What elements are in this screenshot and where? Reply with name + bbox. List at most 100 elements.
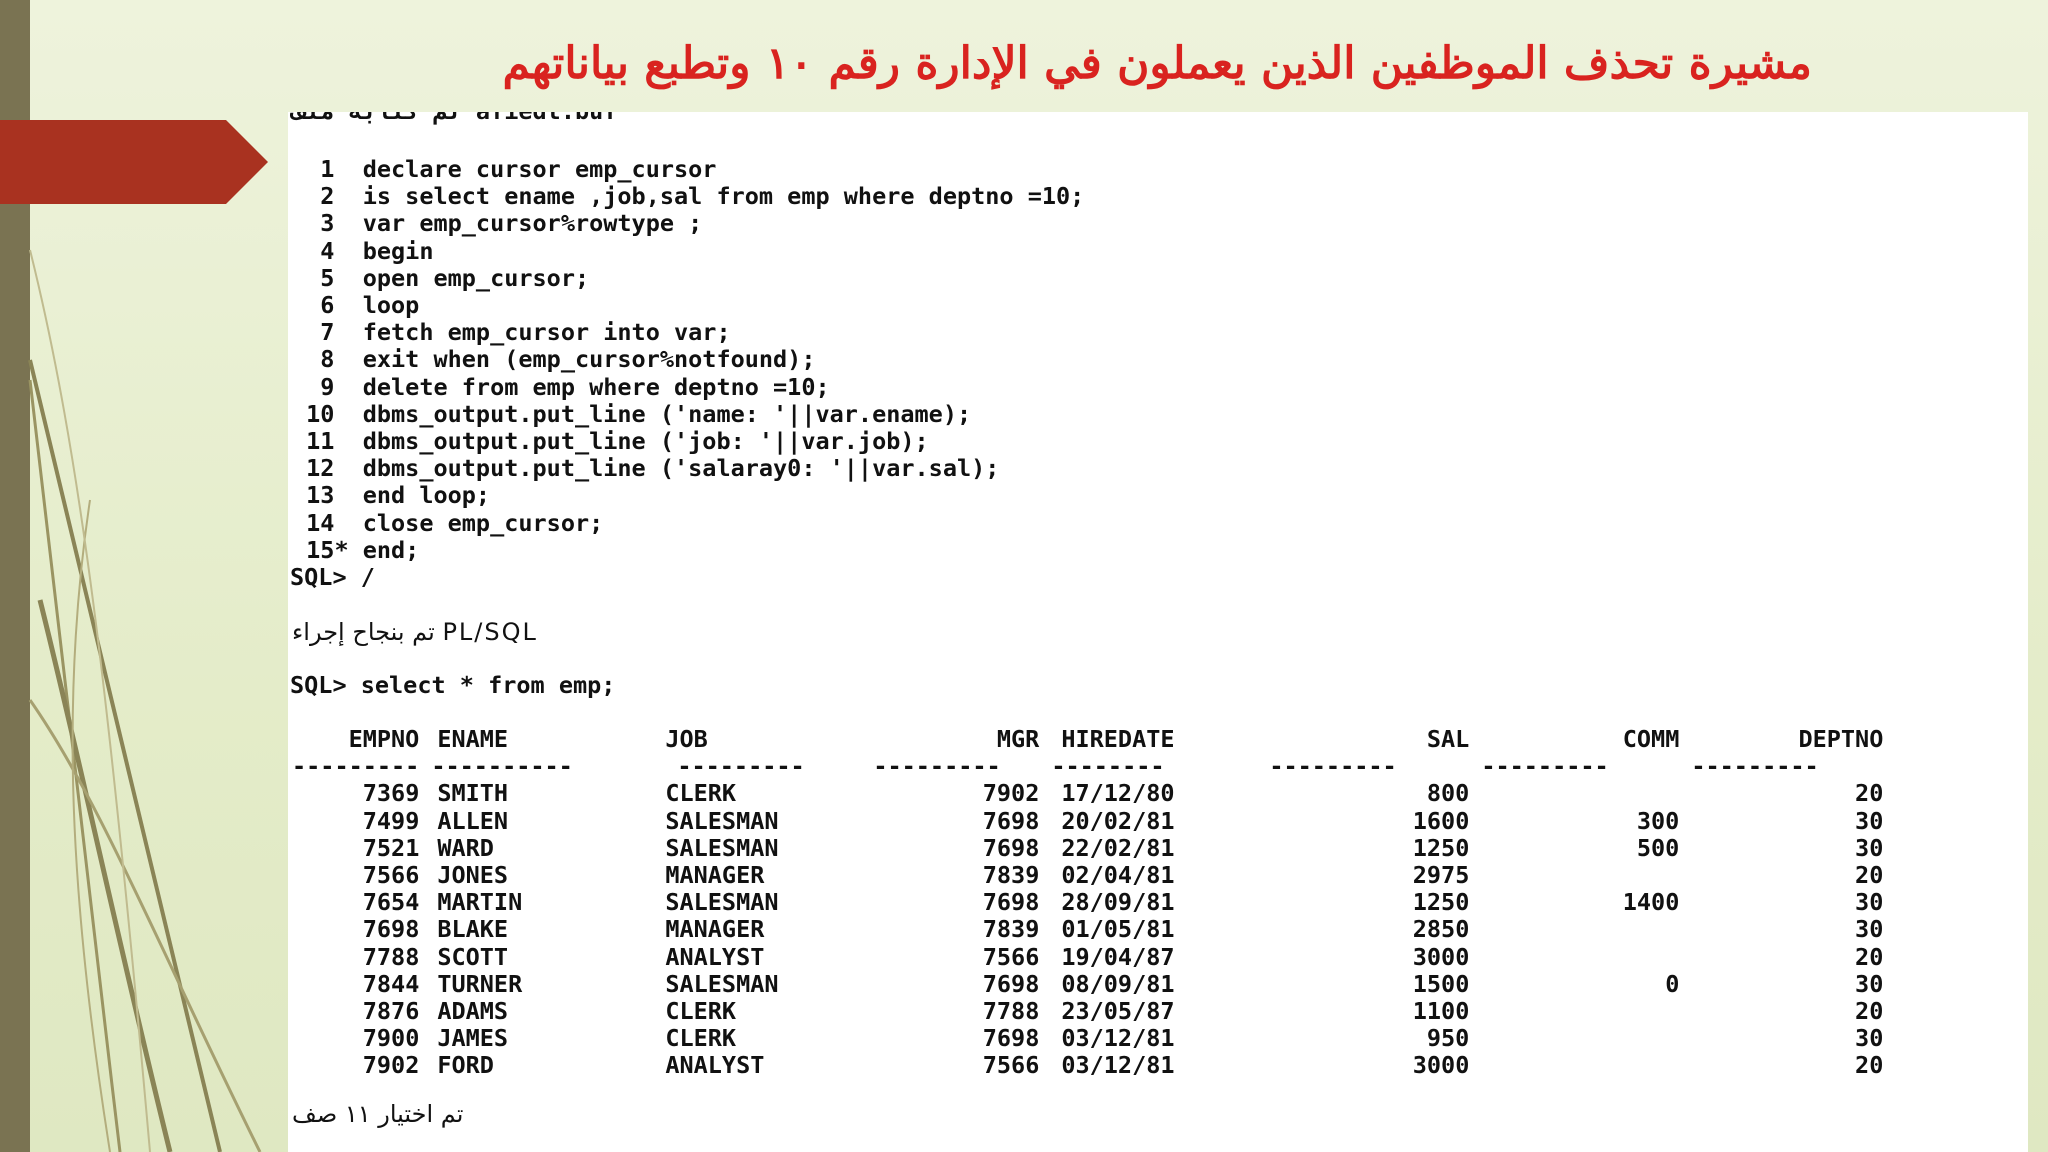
table-cell-deptno: 30 <box>1855 915 1884 944</box>
table-header-row: EMPNO ENAME JOB MGR HIREDATE SAL COMM DEPTNO <box>292 725 1884 753</box>
table-cell-comm: 500 <box>1636 833 1680 862</box>
table-cell-deptno: 30 <box>1855 1024 1884 1053</box>
sqlplus-terminal-screenshot: تم كتابة ملف afiedt.buf 1 declare cursor… <box>288 112 2028 1152</box>
table-cell-empno: 7698 <box>362 915 420 944</box>
code-line: 6 loop <box>292 291 420 320</box>
table-cell-hiredate: 23/05/87 <box>1061 997 1175 1026</box>
table-cell-empno: 7521 <box>362 833 420 862</box>
plsql-success-message: تم بنجاح إجراء PL/SQL <box>292 618 538 646</box>
table-cell-job: SALESMAN <box>665 888 779 917</box>
code-line: 3 var emp_cursor%rowtype ; <box>292 209 703 238</box>
table-row: 7876 ADAMS CLERK 7788 23/05/87 1100 20 <box>292 997 1884 1026</box>
table-cell-job: SALESMAN <box>665 969 779 998</box>
code-line: 7 fetch emp_cursor into var; <box>292 318 731 347</box>
code-line: 4 begin <box>292 236 434 265</box>
table-cell-hiredate: 02/04/81 <box>1061 861 1175 890</box>
code-line: 9 delete from emp where deptno =10; <box>292 372 830 401</box>
table-cell-job: CLERK <box>665 1024 737 1053</box>
sql-prompt-run: SQL> / <box>290 563 375 591</box>
table-cell-deptno: 20 <box>1855 997 1884 1026</box>
table-cell-comm: 300 <box>1636 806 1680 835</box>
table-cell-sal: 950 <box>1426 1024 1470 1053</box>
table-cell-deptno: 30 <box>1855 806 1884 835</box>
table-cell-ename: MARTIN <box>437 888 523 917</box>
table-cell-mgr: 7839 <box>982 915 1040 944</box>
table-cell-mgr: 7566 <box>982 942 1040 971</box>
column-header-deptno: DEPTNO <box>1798 725 1884 753</box>
table-cell-sal: 1250 <box>1412 833 1470 862</box>
table-cell-ename: SMITH <box>437 779 509 808</box>
table-cell-empno: 7876 <box>362 997 420 1026</box>
code-line: 2 is select ename ,job,sal from emp wher… <box>292 182 1085 211</box>
table-row: 7900 JAMES CLERK 7698 03/12/81 950 30 <box>292 1024 1884 1053</box>
table-cell-ename: TURNER <box>437 969 523 998</box>
arrow-banner-shape <box>0 120 268 204</box>
table-cell-deptno: 20 <box>1855 942 1884 971</box>
sql-prompt-select: SQL> select * from emp; <box>290 671 616 699</box>
table-cell-ename: WARD <box>437 833 494 862</box>
column-header-hiredate: HIREDATE <box>1061 725 1175 753</box>
separator-dashes: --------- <box>1269 752 1397 781</box>
table-cell-hiredate: 01/05/81 <box>1061 915 1175 944</box>
table-cell-mgr: 7839 <box>982 861 1040 890</box>
column-header-empno: EMPNO <box>348 725 420 753</box>
code-line: 1 declare cursor emp_cursor <box>292 155 717 183</box>
table-cell-mgr: 7698 <box>982 969 1040 998</box>
table-cell-deptno: 20 <box>1855 779 1884 808</box>
table-cell-job: MANAGER <box>665 915 765 944</box>
table-cell-hiredate: 17/12/80 <box>1061 779 1175 808</box>
table-row: 7902 FORD ANALYST 7566 03/12/81 3000 20 <box>292 1051 1884 1080</box>
table-cell-hiredate: 03/12/81 <box>1061 1024 1175 1053</box>
separator-dashes: --------- <box>292 752 420 781</box>
table-row: 7566 JONES MANAGER 7839 02/04/81 2975 20 <box>292 861 1884 890</box>
table-cell-mgr: 7566 <box>982 1051 1040 1080</box>
separator-dashes: --------- <box>677 752 805 781</box>
table-cell-deptno: 20 <box>1855 861 1884 890</box>
table-cell-comm: 0 <box>1665 969 1680 998</box>
table-cell-ename: FORD <box>437 1051 494 1080</box>
table-cell-empno: 7566 <box>362 861 420 890</box>
code-line: 8 exit when (emp_cursor%notfound); <box>292 345 816 374</box>
table-cell-empno: 7900 <box>362 1024 420 1053</box>
table-row: 7698 BLAKE MANAGER 7839 01/05/81 2850 30 <box>292 915 1884 944</box>
table-cell-empno: 7499 <box>362 806 420 835</box>
table-cell-mgr: 7902 <box>982 779 1040 808</box>
table-cell-comm <box>1469 998 1679 1025</box>
table-cell-comm <box>1469 1025 1679 1052</box>
table-cell-sal: 1250 <box>1412 888 1470 917</box>
code-line: 10 dbms_output.put_line ('name: '||var.e… <box>292 399 972 428</box>
table-cell-mgr: 7788 <box>982 997 1040 1026</box>
separator-dashes: -------- <box>1051 752 1165 781</box>
table-cell-job: ANALYST <box>665 942 765 971</box>
code-line: 5 open emp_cursor; <box>292 263 590 292</box>
table-cell-mgr: 7698 <box>982 888 1040 917</box>
code-line: 11 dbms_output.put_line ('job: '||var.jo… <box>292 427 929 456</box>
table-cell-sal: 800 <box>1426 779 1470 808</box>
table-row: 7788 SCOTT ANALYST 7566 19/04/87 3000 20 <box>292 942 1884 971</box>
code-line: 13 end loop; <box>292 481 491 510</box>
table-row: 7844 TURNER SALESMAN 7698 08/09/81 1500 0 30 <box>292 969 1884 998</box>
table-cell-mgr: 7698 <box>982 833 1040 862</box>
emp-result-table: EMPNO ENAME JOB MGR HIREDATE SAL COMM DEPTNO --… <box>292 725 1884 1080</box>
table-cell-ename: SCOTT <box>437 942 509 971</box>
table-cell-sal: 1500 <box>1412 969 1470 998</box>
table-cell-deptno: 30 <box>1855 969 1884 998</box>
separator-dashes: ---------- <box>431 752 573 781</box>
table-cell-empno: 7902 <box>362 1051 420 1080</box>
table-cell-job: CLERK <box>665 997 737 1026</box>
table-cell-comm <box>1469 780 1679 807</box>
table-cell-hiredate: 19/04/87 <box>1061 942 1175 971</box>
table-cell-ename: ALLEN <box>437 806 509 835</box>
table-separator-row: --------- ---------- --------- --------- ---… <box>292 753 1883 780</box>
table-cell-hiredate: 08/09/81 <box>1061 969 1175 998</box>
column-header-ename: ENAME <box>437 725 509 753</box>
table-cell-empno: 7654 <box>362 888 420 917</box>
separator-dashes: --------- <box>873 752 1001 781</box>
table-cell-ename: BLAKE <box>437 915 509 944</box>
table-cell-comm <box>1469 944 1679 971</box>
table-cell-job: SALESMAN <box>665 806 779 835</box>
table-cell-sal: 3000 <box>1412 942 1470 971</box>
table-cell-comm <box>1469 862 1679 889</box>
code-line: 12 dbms_output.put_line ('salaray0: '||v… <box>292 454 1000 483</box>
table-row: 7369 SMITH CLERK 7902 17/12/80 800 20 <box>292 779 1884 808</box>
